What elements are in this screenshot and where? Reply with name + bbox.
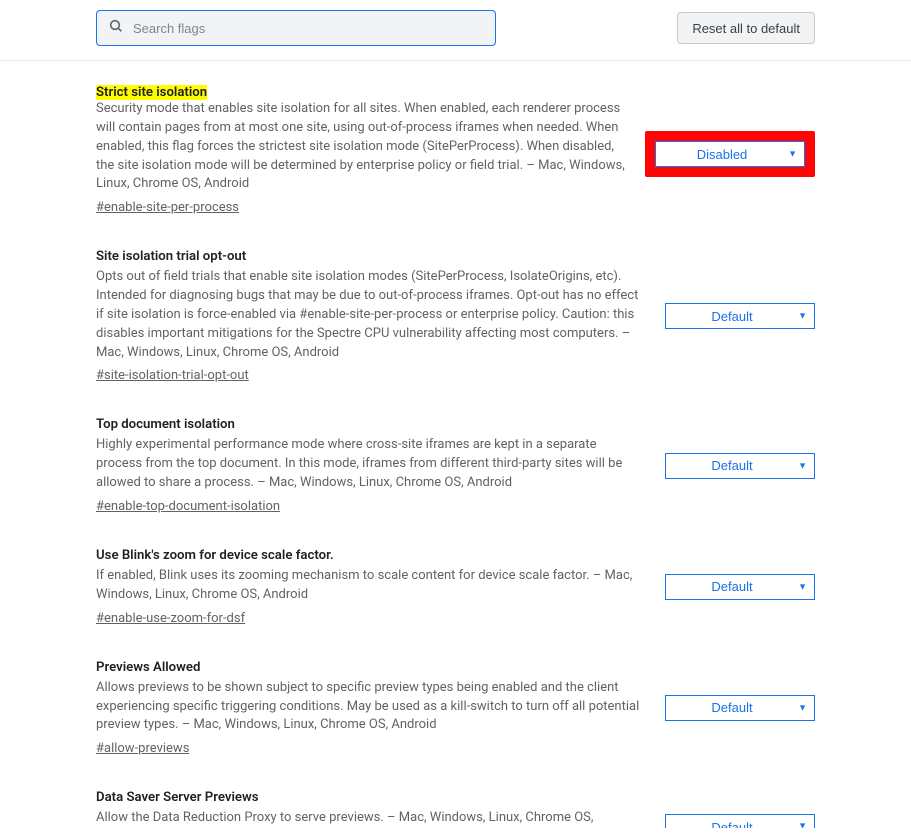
flag-select[interactable]: Disabled bbox=[655, 141, 805, 167]
flag-text: Site isolation trial opt-out Opts out of… bbox=[96, 249, 643, 383]
flag-hash-link[interactable]: #allow-previews bbox=[96, 741, 189, 756]
flag-title: Data Saver Server Previews bbox=[96, 790, 643, 805]
flag-text: Top document isolation Highly experiment… bbox=[96, 417, 643, 514]
flag-row: Strict site isolation Security mode that… bbox=[96, 85, 815, 215]
flag-control: Default ▼ bbox=[659, 417, 815, 514]
flag-title: Strict site isolation bbox=[96, 85, 207, 100]
flag-select[interactable]: Default bbox=[665, 453, 815, 479]
flag-text: Use Blink's zoom for device scale factor… bbox=[96, 548, 643, 626]
reset-button[interactable]: Reset all to default bbox=[677, 12, 815, 44]
flag-select-wrap: Default ▼ bbox=[665, 814, 815, 828]
flag-title: Top document isolation bbox=[96, 417, 643, 432]
flag-description: Opts out of field trials that enable sit… bbox=[96, 268, 643, 362]
flag-title: Site isolation trial opt-out bbox=[96, 249, 643, 264]
flag-control: Disabled ▼ bbox=[645, 85, 815, 215]
flag-text: Data Saver Server Previews Allow the Dat… bbox=[96, 790, 643, 828]
flag-select-wrap: Default ▼ bbox=[665, 574, 815, 600]
flag-select-wrap: Disabled ▼ bbox=[655, 141, 805, 167]
flag-title: Previews Allowed bbox=[96, 660, 643, 675]
flags-list: Strict site isolation Security mode that… bbox=[0, 61, 911, 838]
flag-title: Use Blink's zoom for device scale factor… bbox=[96, 548, 643, 563]
flag-row: Top document isolation Highly experiment… bbox=[96, 417, 815, 514]
flag-select[interactable]: Default bbox=[665, 695, 815, 721]
flag-hash-link[interactable]: #site-isolation-trial-opt-out bbox=[96, 368, 249, 383]
flag-select-wrap: Default ▼ bbox=[665, 695, 815, 721]
flag-hash-link[interactable]: #enable-top-document-isolation bbox=[96, 499, 280, 514]
highlight-frame: Disabled ▼ bbox=[645, 131, 815, 177]
flag-row: Site isolation trial opt-out Opts out of… bbox=[96, 249, 815, 383]
flag-row: Use Blink's zoom for device scale factor… bbox=[96, 548, 815, 626]
flag-select-wrap: Default ▼ bbox=[665, 303, 815, 329]
flag-select[interactable]: Default bbox=[665, 303, 815, 329]
flag-description: Allow the Data Reduction Proxy to serve … bbox=[96, 809, 643, 828]
flag-select-wrap: Default ▼ bbox=[665, 453, 815, 479]
search-container bbox=[96, 10, 496, 46]
flag-description: Security mode that enables site isolatio… bbox=[96, 100, 629, 194]
flag-control: Default ▼ bbox=[659, 548, 815, 626]
flag-text: Previews Allowed Allows previews to be s… bbox=[96, 660, 643, 757]
flag-description: Highly experimental performance mode whe… bbox=[96, 436, 643, 493]
flag-control: Default ▼ bbox=[659, 660, 815, 757]
flag-row: Data Saver Server Previews Allow the Dat… bbox=[96, 790, 815, 828]
flag-control: Default ▼ bbox=[659, 249, 815, 383]
flag-text: Strict site isolation Security mode that… bbox=[96, 85, 629, 215]
flag-select[interactable]: Default bbox=[665, 814, 815, 828]
flag-hash-link[interactable]: #enable-site-per-process bbox=[96, 200, 239, 215]
flag-row: Previews Allowed Allows previews to be s… bbox=[96, 660, 815, 757]
search-input[interactable] bbox=[96, 10, 496, 46]
header-bar: Reset all to default bbox=[0, 0, 911, 61]
flag-description: If enabled, Blink uses its zooming mecha… bbox=[96, 567, 643, 605]
flag-control: Default ▼ bbox=[659, 790, 815, 828]
flag-description: Allows previews to be shown subject to s… bbox=[96, 679, 643, 736]
flag-select[interactable]: Default bbox=[665, 574, 815, 600]
flag-hash-link[interactable]: #enable-use-zoom-for-dsf bbox=[96, 611, 245, 626]
